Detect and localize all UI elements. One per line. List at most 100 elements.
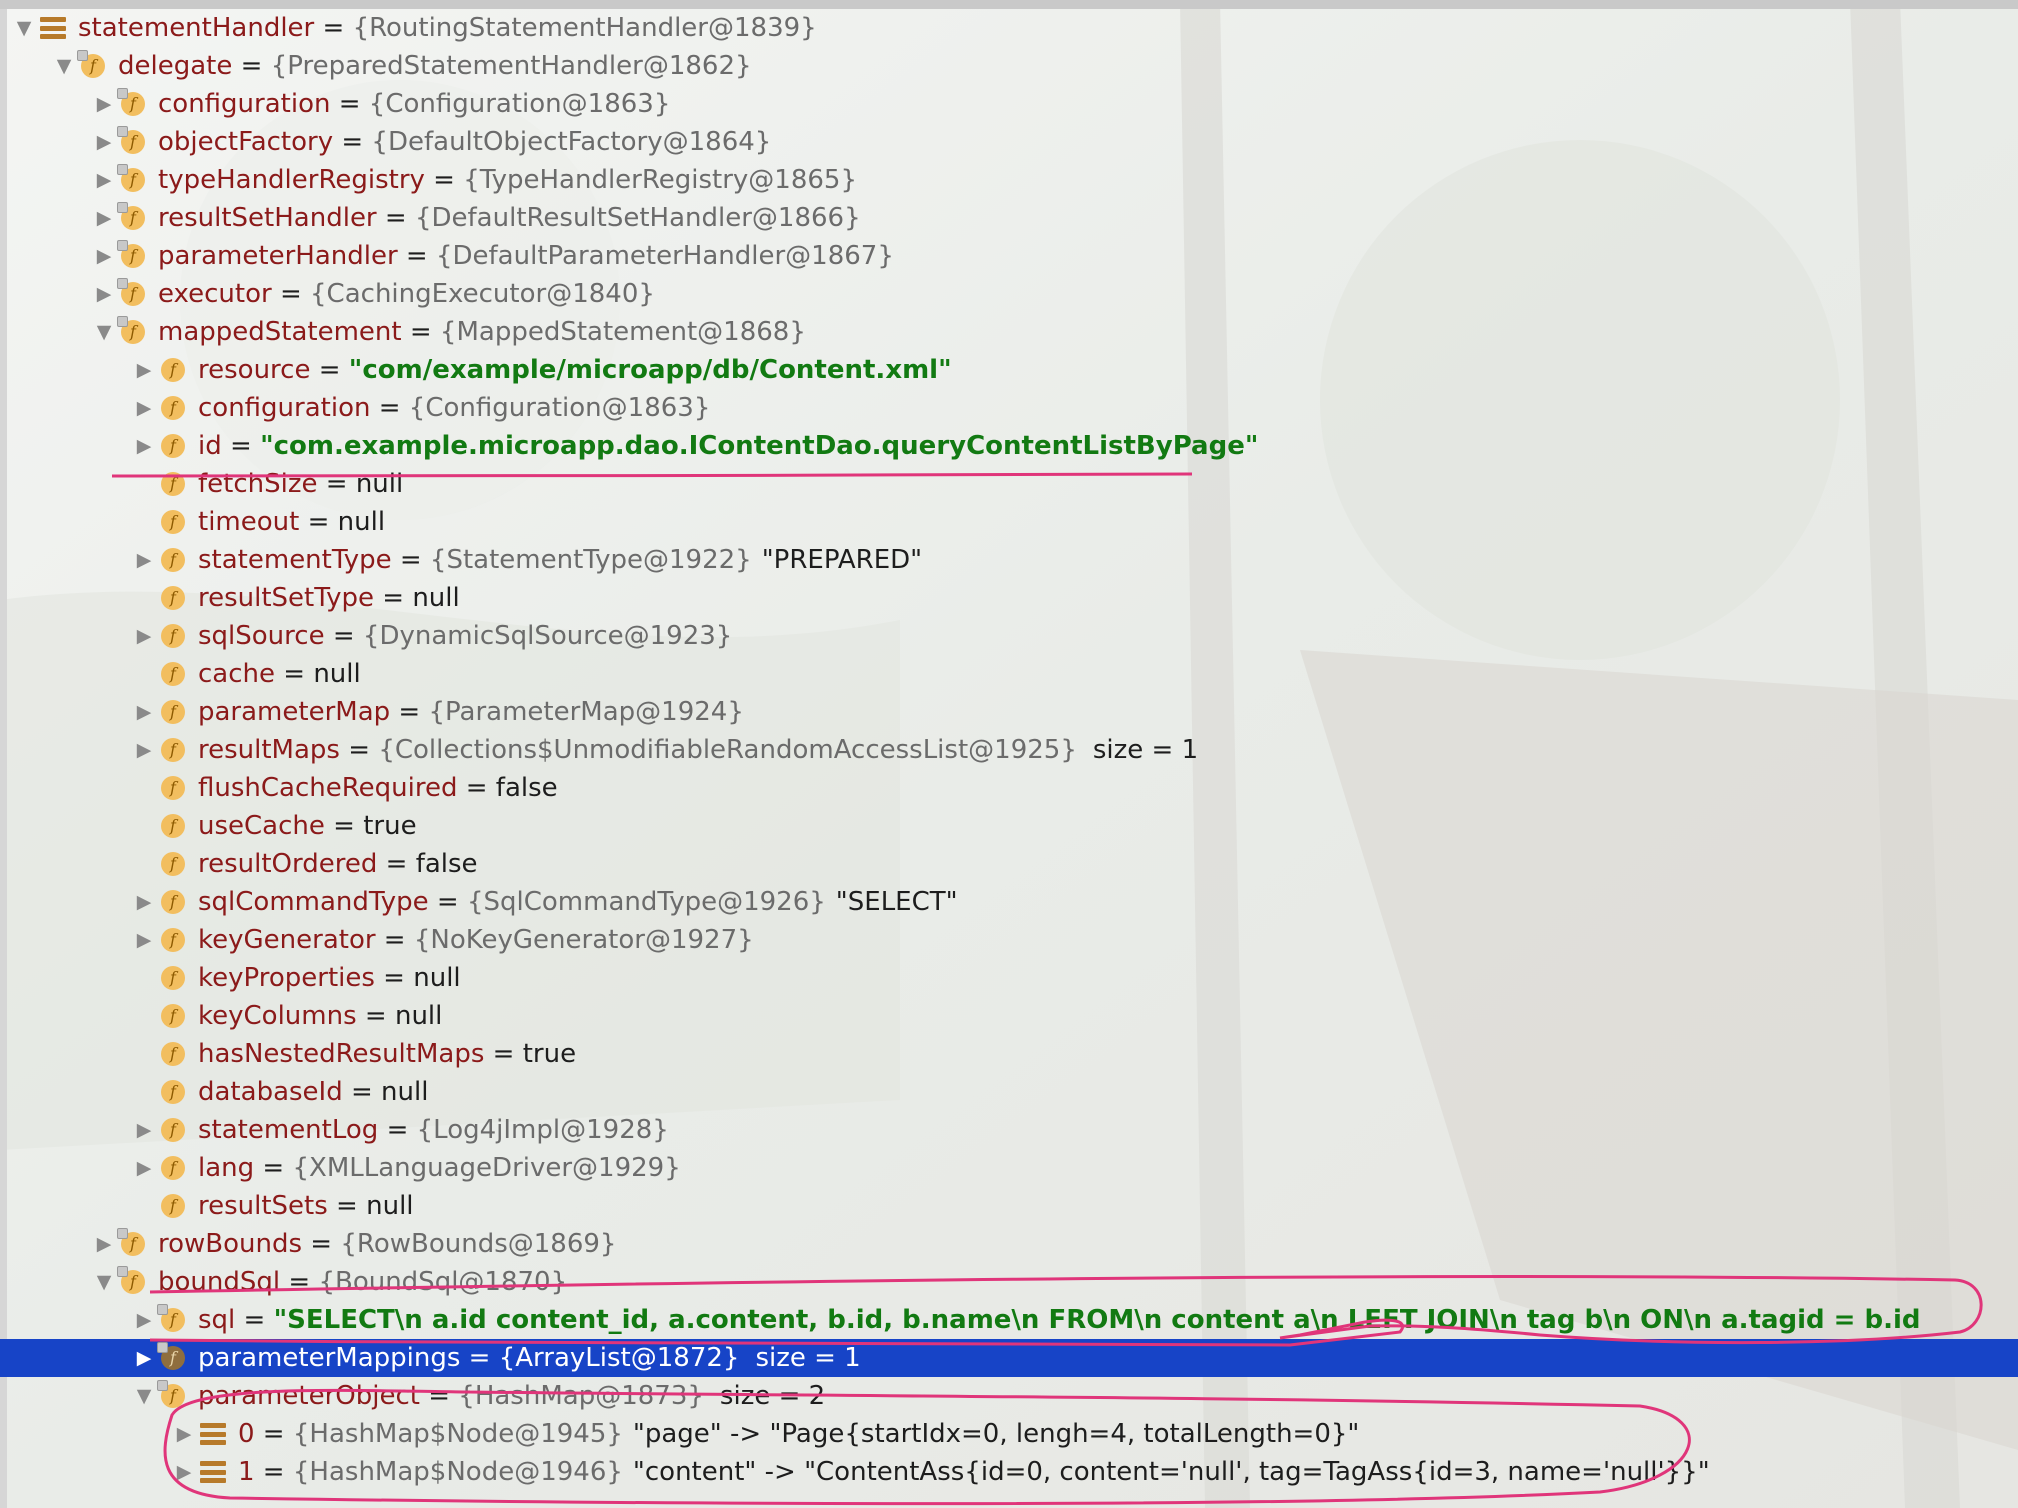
expand-arrow-icon[interactable]: ▶ <box>170 1453 198 1491</box>
equals-sign: = <box>317 469 356 499</box>
expand-arrow-icon[interactable]: ▶ <box>130 541 158 579</box>
expand-arrow-icon[interactable]: ▶ <box>130 1301 158 1339</box>
field-icon: f <box>158 807 188 845</box>
field-icon: f <box>158 959 188 997</box>
tree-row-cache[interactable]: ▶fcache = null <box>0 655 2018 693</box>
tree-row-sql[interactable]: ▶ f sql = "SELECT\n a.id content_id, a.con… <box>0 1301 2018 1339</box>
tree-row-useCache[interactable]: ▶fuseCache = true <box>0 807 2018 845</box>
equals-sign: = <box>397 241 436 271</box>
expand-arrow-icon[interactable]: ▶ <box>130 389 158 427</box>
expand-arrow-icon[interactable]: ▶ <box>90 161 118 199</box>
tree-row-keyProperties[interactable]: ▶fkeyProperties = null <box>0 959 2018 997</box>
field-name: resultSetHandler <box>158 203 377 233</box>
equals-sign: = <box>271 279 311 309</box>
expand-arrow-icon[interactable]: ▶ <box>130 921 158 959</box>
expand-arrow-icon[interactable]: ▶ <box>130 1111 158 1149</box>
tree-row-1[interactable]: ▶ 1 = {HashMap$Node@1946} "content" -> "Co… <box>0 1453 2018 1491</box>
field-name: delegate <box>118 51 233 81</box>
tree-row-fetchSize[interactable]: ▶ffetchSize = null <box>0 465 2018 503</box>
collapse-arrow-icon[interactable]: ▼ <box>90 313 118 351</box>
entry-icon <box>198 1453 228 1491</box>
field-icon: f <box>158 883 188 921</box>
equals-sign: = <box>324 621 363 651</box>
field-icon: f <box>158 465 188 503</box>
tree-row-boundSql[interactable]: ▼ f boundSql = {BoundSql@1870} <box>0 1263 2018 1301</box>
tree-row-id[interactable]: ▶ f id = "com.example.microapp.dao.IConten… <box>0 427 2018 465</box>
expand-arrow-icon[interactable]: ▶ <box>130 883 158 921</box>
field-icon: f <box>158 1111 188 1149</box>
tree-row-configuration[interactable]: ▶ f configuration = {Configuration@1863} <box>0 389 2018 427</box>
object-reference: {DefaultObjectFactory@1864} <box>371 127 772 157</box>
field-icon: f <box>158 845 188 883</box>
expand-arrow-icon[interactable]: ▶ <box>90 275 118 313</box>
collapse-arrow-icon[interactable]: ▼ <box>50 47 78 85</box>
field-icon: f <box>158 389 188 427</box>
tree-row-parameterMappings[interactable]: ▶ f parameterMappings = {ArrayList@1872} si… <box>0 1339 2018 1377</box>
tree-row-parameterMap[interactable]: ▶ f parameterMap = {ParameterMap@1924} <box>0 693 2018 731</box>
collapse-arrow-icon[interactable]: ▼ <box>10 9 38 47</box>
tree-row-statementType[interactable]: ▶ f statementType = {StatementType@1922} "P… <box>0 541 2018 579</box>
tree-row-executor[interactable]: ▶ f executor = {CachingExecutor@1840} <box>0 275 2018 313</box>
object-reference: {Log4jImpl@1928} <box>416 1115 669 1145</box>
expand-arrow-icon[interactable]: ▶ <box>130 1149 158 1187</box>
expand-arrow-icon[interactable]: ▶ <box>90 1225 118 1263</box>
expand-arrow-icon[interactable]: ▶ <box>90 199 118 237</box>
tree-row-resultOrdered[interactable]: ▶fresultOrdered = false <box>0 845 2018 883</box>
tree-row-keyColumns[interactable]: ▶fkeyColumns = null <box>0 997 2018 1035</box>
field-icon: f <box>117 85 148 123</box>
equals-sign: = <box>254 1457 293 1487</box>
collapse-arrow-icon[interactable]: ▼ <box>130 1377 158 1415</box>
tree-row-delegate[interactable]: ▼ f delegate = {PreparedStatementHandler@1… <box>0 47 2018 85</box>
field-icon: f <box>117 1225 148 1263</box>
tree-row-timeout[interactable]: ▶ftimeout = null <box>0 503 2018 541</box>
collapse-arrow-icon[interactable]: ▼ <box>90 1263 118 1301</box>
field-name: rowBounds <box>158 1229 303 1259</box>
expand-arrow-icon[interactable]: ▶ <box>130 617 158 655</box>
field-name: useCache <box>198 811 325 841</box>
tree-row-resultSetType[interactable]: ▶fresultSetType = null <box>0 579 2018 617</box>
tree-row-parameterHandler[interactable]: ▶ f parameterHandler = {DefaultParameterHa… <box>0 237 2018 275</box>
field-icon: f <box>158 427 188 465</box>
field-name: hasNestedResultMaps <box>198 1039 485 1069</box>
object-reference: {RowBounds@1869} <box>340 1229 617 1259</box>
field-name: statementHandler <box>78 13 315 43</box>
expand-arrow-icon[interactable]: ▶ <box>130 731 158 769</box>
tree-row-statementLog[interactable]: ▶ f statementLog = {Log4jImpl@1928} <box>0 1111 2018 1149</box>
tree-row-resultMaps[interactable]: ▶ f resultMaps = {Collections$Unmodifiable… <box>0 731 2018 769</box>
expand-arrow-icon[interactable]: ▶ <box>130 1339 158 1377</box>
tree-row-objectFactory[interactable]: ▶ f objectFactory = {DefaultObjectFactory@… <box>0 123 2018 161</box>
tree-row-sqlCommandType[interactable]: ▶ f sqlCommandType = {SqlCommandType@1926}… <box>0 883 2018 921</box>
tree-row-rowBounds[interactable]: ▶ f rowBounds = {RowBounds@1869} <box>0 1225 2018 1263</box>
field-name: parameterHandler <box>158 241 398 271</box>
expand-arrow-icon[interactable]: ▶ <box>130 427 158 465</box>
field-icon: f <box>157 1377 188 1415</box>
tree-row-0[interactable]: ▶ 0 = {HashMap$Node@1945} "page" -> "Page{… <box>0 1415 2018 1453</box>
expand-arrow-icon[interactable]: ▶ <box>90 237 118 275</box>
expand-arrow-icon[interactable]: ▶ <box>130 351 158 389</box>
field-icon: f <box>117 199 148 237</box>
expand-arrow-icon[interactable]: ▶ <box>170 1415 198 1453</box>
tree-row-sqlSource[interactable]: ▶ f sqlSource = {DynamicSqlSource@1923} <box>0 617 2018 655</box>
tree-row-resource[interactable]: ▶ f resource = "com/example/microapp/db/Co… <box>0 351 2018 389</box>
expand-arrow-icon[interactable]: ▶ <box>90 85 118 123</box>
equals-sign: = <box>356 1001 395 1031</box>
expand-arrow-icon[interactable]: ▶ <box>90 123 118 161</box>
tree-row-keyGenerator[interactable]: ▶ f keyGenerator = {NoKeyGenerator@1927} <box>0 921 2018 959</box>
tree-row-statementHandler[interactable]: ▼ statementHandler = {RoutingStatementHan… <box>0 9 2018 47</box>
tree-row-typeHandlerRegistry[interactable]: ▶ f typeHandlerRegistry = {TypeHandlerRegi… <box>0 161 2018 199</box>
field-name: timeout <box>198 507 300 537</box>
tree-row-mappedStatement[interactable]: ▼ f mappedStatement = {MappedStatement@186… <box>0 313 2018 351</box>
tree-row-configuration[interactable]: ▶ f configuration = {Configuration@1863} <box>0 85 2018 123</box>
tree-row-parameterObject[interactable]: ▼ f parameterObject = {HashMap@1873} size =… <box>0 1377 2018 1415</box>
tree-row-flushCacheRequired[interactable]: ▶fflushCacheRequired = false <box>0 769 2018 807</box>
tree-row-lang[interactable]: ▶ f lang = {XMLLanguageDriver@1929} <box>0 1149 2018 1187</box>
object-reference: {NoKeyGenerator@1927} <box>413 925 754 955</box>
tree-row-hasNestedResultMaps[interactable]: ▶fhasNestedResultMaps = true <box>0 1035 2018 1073</box>
field-name: sql <box>198 1305 236 1335</box>
tree-row-resultSets[interactable]: ▶fresultSets = null <box>0 1187 2018 1225</box>
tree-row-resultSetHandler[interactable]: ▶ f resultSetHandler = {DefaultResultSetHa… <box>0 199 2018 237</box>
equals-sign: = <box>302 1229 341 1259</box>
tree-row-databaseId[interactable]: ▶fdatabaseId = null <box>0 1073 2018 1111</box>
entry-icon <box>198 1415 228 1453</box>
expand-arrow-icon[interactable]: ▶ <box>130 693 158 731</box>
